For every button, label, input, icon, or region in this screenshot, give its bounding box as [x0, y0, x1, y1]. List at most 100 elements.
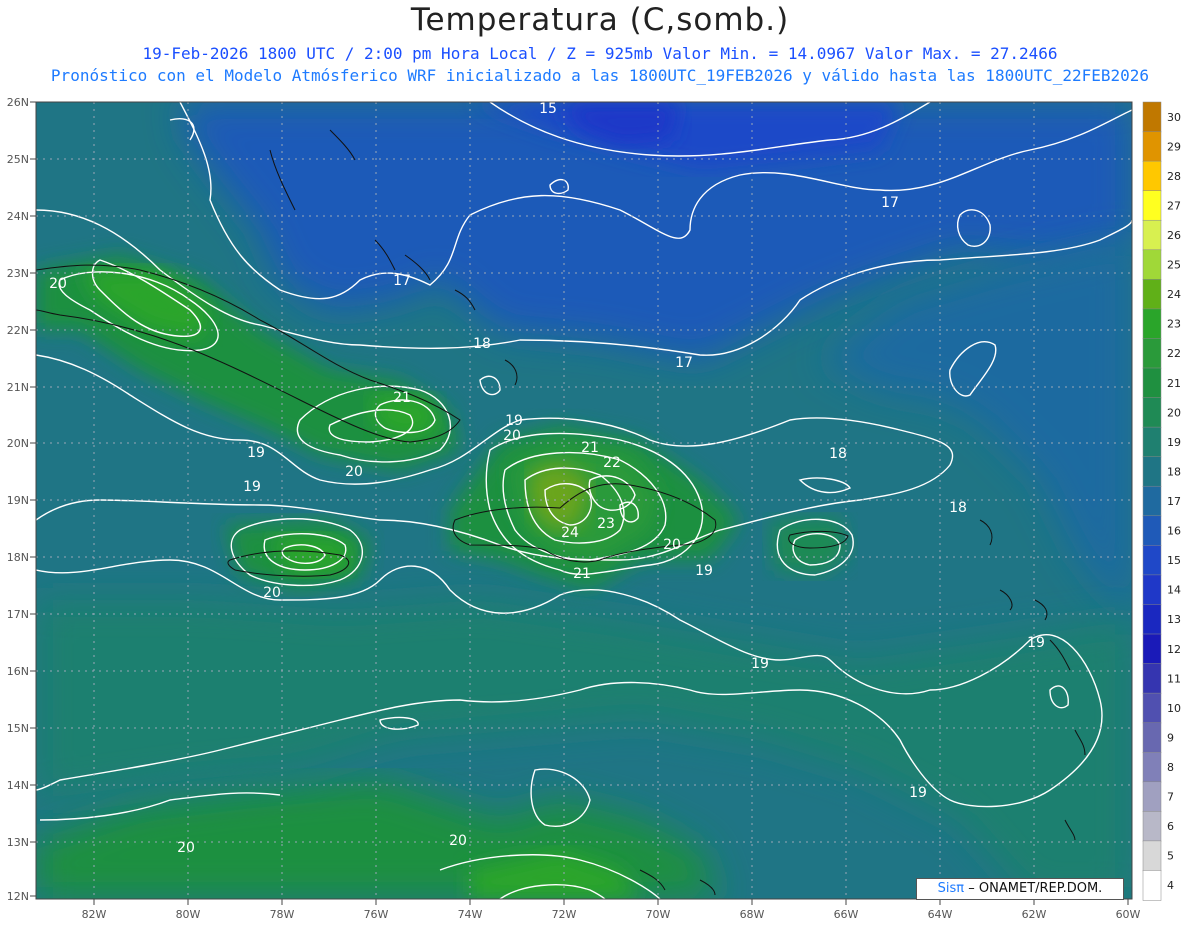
colorbar-label: 18	[1167, 465, 1181, 478]
credit-box: Sisπ – ONAMET/REP.DOM.	[916, 878, 1124, 900]
lat-label: 19N	[7, 494, 29, 507]
colorbar-label: 5	[1167, 850, 1174, 863]
colorbar-label: 7	[1167, 791, 1174, 804]
colorbar-label: 24	[1167, 288, 1181, 301]
contour-label: 24	[561, 525, 579, 541]
lon-label: 74W	[458, 908, 483, 921]
lon-label: 80W	[176, 908, 201, 921]
contour-label: 20	[345, 464, 363, 480]
colorbar-swatch	[1142, 279, 1162, 310]
contour-label: 22	[603, 455, 621, 471]
colorbar-label: 14	[1167, 584, 1181, 597]
colorbar-swatch	[1142, 426, 1162, 458]
contour-label: 17	[675, 355, 693, 371]
contour-label: 18	[829, 446, 847, 462]
colorbar-swatch	[1142, 515, 1162, 547]
contour-label: 20	[663, 537, 681, 553]
colorbar-label: 9	[1167, 731, 1174, 744]
lat-label: 20N	[7, 437, 29, 450]
contour-label: 20	[177, 840, 195, 856]
colorbar-legend: 30 29 28 27 26 25 24 23 22 21 20 19 18 17 16 15 14 13 12 11…	[1142, 101, 1181, 901]
contour-label: 17	[393, 273, 411, 289]
colorbar-swatch	[1142, 840, 1162, 872]
colorbar-label: 30	[1167, 111, 1181, 124]
contour-label: 18	[949, 500, 967, 516]
contour-label: 19	[247, 445, 265, 461]
lon-label: 60W	[1116, 908, 1141, 921]
lat-label: 13N	[7, 836, 29, 849]
colorbar-swatch	[1142, 545, 1162, 576]
colorbar-swatch	[1142, 722, 1162, 753]
lon-label: 70W	[646, 908, 671, 921]
lon-label: 78W	[270, 908, 295, 921]
colorbar-swatch	[1142, 485, 1162, 517]
contour-label: 20	[503, 428, 521, 444]
colorbar-swatch	[1142, 751, 1162, 783]
credit-logo: Sisπ	[937, 881, 965, 896]
colorbar-swatch	[1142, 160, 1162, 192]
colorbar-label: 23	[1167, 318, 1181, 331]
lat-label: 21N	[7, 381, 29, 394]
colorbar-label: 16	[1167, 525, 1181, 538]
temperature-map: 15 17 17 17 18 18 18 19 19 19 19 19 19 2…	[7, 96, 1181, 921]
colorbar-label: 27	[1167, 199, 1181, 212]
colorbar-swatch	[1142, 663, 1162, 694]
longitude-labels: 82W 80W 78W 76W 74W 72W 70W 68W 66W 64W …	[82, 908, 1141, 921]
colorbar-swatch	[1142, 574, 1162, 606]
lat-label: 26N	[7, 96, 29, 109]
contour-label: 21	[393, 390, 411, 406]
colorbar-label: 4	[1167, 879, 1174, 892]
lon-label: 62W	[1022, 908, 1047, 921]
colorbar-swatch	[1142, 456, 1162, 487]
colorbar-label: 11	[1167, 672, 1181, 685]
colorbar-swatch	[1142, 131, 1162, 162]
contour-label: 21	[581, 440, 599, 456]
colorbar-swatch	[1142, 190, 1162, 221]
contour-label: 19	[695, 563, 713, 579]
colorbar-label: 22	[1167, 347, 1181, 360]
colorbar-swatch	[1142, 219, 1162, 251]
colorbar-label: 6	[1167, 820, 1174, 833]
contour-label: 17	[881, 195, 899, 211]
contour-label: 19	[1027, 635, 1045, 651]
colorbar-swatch	[1142, 633, 1162, 665]
contour-label: 20	[263, 585, 281, 601]
colorbar-label: 28	[1167, 170, 1181, 183]
colorbar-swatch	[1142, 870, 1162, 901]
colorbar-label: 13	[1167, 613, 1181, 626]
colorbar-label: 29	[1167, 140, 1181, 153]
lon-label: 82W	[82, 908, 107, 921]
colorbar-label: 20	[1167, 406, 1181, 419]
credit-text: – ONAMET/REP.DOM.	[968, 881, 1103, 896]
colorbar-swatch	[1142, 397, 1162, 428]
contour-label: 21	[573, 566, 591, 582]
colorbar-swatch	[1142, 781, 1162, 813]
lat-label: 16N	[7, 665, 29, 678]
colorbar-label: 26	[1167, 229, 1181, 242]
colorbar-swatch	[1142, 692, 1162, 724]
lat-label: 12N	[7, 890, 29, 903]
colorbar-swatch	[1142, 811, 1162, 842]
lon-label: 76W	[364, 908, 389, 921]
contour-label: 19	[751, 656, 769, 672]
lat-label: 25N	[7, 153, 29, 166]
contour-label: 20	[449, 833, 467, 849]
lon-label: 64W	[928, 908, 953, 921]
colorbar-swatch	[1142, 604, 1162, 635]
lat-label: 22N	[7, 324, 29, 337]
lon-label: 66W	[834, 908, 859, 921]
colorbar-label: 19	[1167, 436, 1181, 449]
lat-label: 15N	[7, 722, 29, 735]
colorbar-label: 12	[1167, 643, 1181, 656]
lat-label: 14N	[7, 779, 29, 792]
contour-label: 18	[473, 336, 491, 352]
lat-label: 17N	[7, 608, 29, 621]
contour-label: 15	[539, 101, 557, 117]
colorbar-label: 21	[1167, 377, 1181, 390]
lon-label: 68W	[740, 908, 765, 921]
colorbar-label: 15	[1167, 554, 1181, 567]
contour-label: 23	[597, 516, 615, 532]
contour-label: 20	[49, 276, 67, 292]
latitude-labels: 26N 25N 24N 23N 22N 21N 20N 19N 18N 17N …	[7, 96, 29, 903]
colorbar-swatch	[1142, 338, 1162, 369]
